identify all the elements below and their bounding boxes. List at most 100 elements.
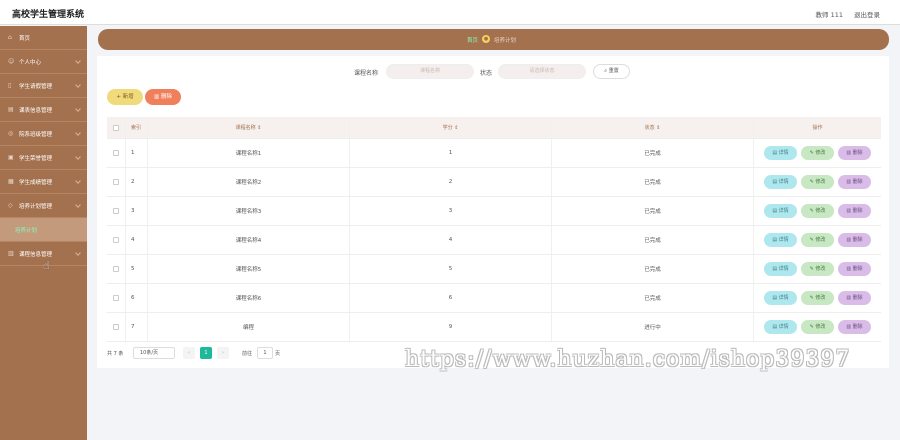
goto-unit: 页: [275, 351, 281, 357]
detail-button[interactable]: ▤ 详情: [764, 262, 797, 276]
row-checkbox[interactable]: [113, 208, 119, 214]
prev-page-button[interactable]: ‹: [183, 347, 195, 359]
course-name-label: 课程名称: [354, 70, 379, 77]
delete-button-label: 删除: [852, 295, 863, 301]
row-checkbox[interactable]: [113, 237, 119, 243]
edit-button[interactable]: ✎ 修改: [801, 320, 834, 334]
status-select[interactable]: 请选择状态: [498, 64, 586, 79]
plan-icon: ◇: [8, 202, 13, 209]
delete-button[interactable]: ▥ 删除: [838, 262, 871, 276]
sidebar-item-timetable[interactable]: ▤ 课表信息管理: [0, 98, 87, 122]
edit-button[interactable]: ✎ 修改: [801, 262, 834, 276]
sidebar-item-departments[interactable]: ◎ 院系班级管理: [0, 122, 87, 146]
sidebar-item-label: 学生成绩管理: [19, 179, 53, 186]
course-name-input[interactable]: 课程名称: [386, 64, 474, 79]
page-size-select[interactable]: 10条/页: [133, 347, 175, 359]
cell-ops: ▤ 详情 ✎ 修改 ▥ 删除: [754, 168, 881, 196]
cell-course-name: 课程名称2: [148, 168, 350, 196]
chevron-down-icon: [75, 130, 81, 136]
row-select-cell: [107, 313, 126, 341]
sidebar-item-leave[interactable]: ▯ 学生请假管理: [0, 74, 87, 98]
cell-course-name: 课程名称4: [148, 226, 350, 254]
select-all-checkbox[interactable]: [113, 124, 119, 131]
header-status[interactable]: 状态 ⇕: [552, 117, 754, 138]
app-title: 高校学生管理系统: [12, 10, 85, 20]
header-course-name[interactable]: 课程名称 ⇕: [148, 117, 350, 138]
sidebar-item-training-plan-group[interactable]: ◇ 培养计划管理: [0, 194, 87, 218]
sidebar-item-honors[interactable]: ▣ 学生荣誉管理: [0, 146, 87, 170]
delete-button[interactable]: ▥ 删除: [838, 175, 871, 189]
detail-button-label: 详情: [778, 295, 789, 301]
detail-button[interactable]: ▤ 详情: [764, 204, 797, 218]
sidebar-item-profile[interactable]: ☺ 个人中心: [0, 50, 87, 74]
edit-button-label: 修改: [815, 266, 826, 272]
edit-button[interactable]: ✎ 修改: [801, 291, 834, 305]
cell-status: 已完成: [552, 197, 754, 225]
edit-button-label: 修改: [815, 208, 826, 214]
row-select-cell: [107, 284, 126, 312]
status-label: 状态: [480, 70, 493, 77]
cell-status: 已完成: [552, 168, 754, 196]
edit-button-label: 修改: [815, 179, 826, 185]
row-checkbox[interactable]: [113, 150, 119, 156]
sidebar-item-grades[interactable]: ▦ 学生成绩管理: [0, 170, 87, 194]
chevron-down-icon: [75, 82, 81, 88]
goto-page-input[interactable]: 1: [257, 347, 273, 359]
delete-button[interactable]: ▥ 删除: [838, 204, 871, 218]
sidebar-item-label: 首页: [19, 35, 31, 42]
header-credit[interactable]: 学分 ⇕: [350, 117, 552, 138]
sidebar-item-training-plan[interactable]: 培养计划: [0, 218, 87, 242]
table-row: 6 课程名称6 6 已完成 ▤ 详情 ✎ 修改 ▥ 删除: [107, 284, 881, 313]
row-checkbox[interactable]: [113, 179, 119, 185]
sidebar-item-label: 院系班级管理: [19, 131, 53, 138]
current-user[interactable]: 教师 111: [816, 9, 843, 19]
detail-button[interactable]: ▤ 详情: [764, 175, 797, 189]
add-button[interactable]: + 新增: [107, 89, 143, 105]
breadcrumb: 首页 ● 培养计划: [98, 29, 889, 50]
sidebar-item-label: 课表信息管理: [19, 107, 53, 114]
course-icon: ▥: [8, 250, 14, 257]
delete-button[interactable]: ▥ 删除: [838, 291, 871, 305]
edit-button[interactable]: ✎ 修改: [801, 175, 834, 189]
sidebar-item-label: 培养计划管理: [19, 203, 53, 210]
breadcrumb-home[interactable]: 首页: [467, 36, 478, 44]
row-checkbox[interactable]: [113, 295, 119, 301]
table-row: 3 课程名称3 3 已完成 ▤ 详情 ✎ 修改 ▥ 删除: [107, 197, 881, 226]
sidebar-item-label: 学生请假管理: [19, 83, 53, 90]
bulk-delete-button[interactable]: ▥ 删除: [145, 89, 181, 105]
cell-credit: 4: [350, 226, 552, 254]
detail-button[interactable]: ▤ 详情: [764, 291, 797, 305]
page-button-current[interactable]: 1: [200, 347, 212, 359]
cell-ops: ▤ 详情 ✎ 修改 ▥ 删除: [754, 139, 881, 167]
training-plan-table: 索引 课程名称 ⇕ 学分 ⇕ 状态 ⇕ 操作 1 课程名称1 1 已完成 ▤ 详情 ✎ 修…: [107, 117, 881, 342]
reset-button[interactable]: ⌕ 重置: [593, 64, 630, 79]
table-header-row: 索引 课程名称 ⇕ 学分 ⇕ 状态 ⇕ 操作: [107, 117, 881, 139]
delete-button[interactable]: ▥ 删除: [838, 320, 871, 334]
cell-ops: ▤ 详情 ✎ 修改 ▥ 删除: [754, 313, 881, 341]
delete-button[interactable]: ▥ 删除: [838, 146, 871, 160]
detail-button[interactable]: ▤ 详情: [764, 233, 797, 247]
detail-button[interactable]: ▤ 详情: [764, 146, 797, 160]
search-icon: ⌕: [604, 68, 608, 74]
next-page-button[interactable]: ›: [217, 347, 229, 359]
logout-link[interactable]: 退出登录: [854, 9, 880, 19]
delete-button-label: 删除: [852, 179, 863, 185]
chevron-down-icon: [75, 58, 81, 64]
edit-button[interactable]: ✎ 修改: [801, 146, 834, 160]
delete-button[interactable]: ▥ 删除: [838, 233, 871, 247]
top-bar: 高校学生管理系统 教师 111 退出登录: [0, 0, 900, 25]
sidebar-item-home[interactable]: ⌂ 首页: [0, 26, 87, 50]
table-row: 1 课程名称1 1 已完成 ▤ 详情 ✎ 修改 ▥ 删除: [107, 139, 881, 168]
edit-button[interactable]: ✎ 修改: [801, 204, 834, 218]
row-checkbox[interactable]: [113, 266, 119, 272]
chevron-down-icon: [75, 202, 81, 208]
edit-button[interactable]: ✎ 修改: [801, 233, 834, 247]
cell-index: 5: [126, 255, 148, 283]
cell-index: 3: [126, 197, 148, 225]
detail-button[interactable]: ▤ 详情: [764, 320, 797, 334]
select-all-cell: [107, 117, 126, 138]
row-checkbox[interactable]: [113, 324, 119, 330]
delete-button-label: 删除: [852, 266, 863, 272]
hand-cursor-icon: ☝: [43, 259, 50, 272]
sidebar: ⌂ 首页 ☺ 个人中心 ▯ 学生请假管理 ▤ 课表信息管理 ◎ 院系班级管理 ▣…: [0, 26, 87, 440]
